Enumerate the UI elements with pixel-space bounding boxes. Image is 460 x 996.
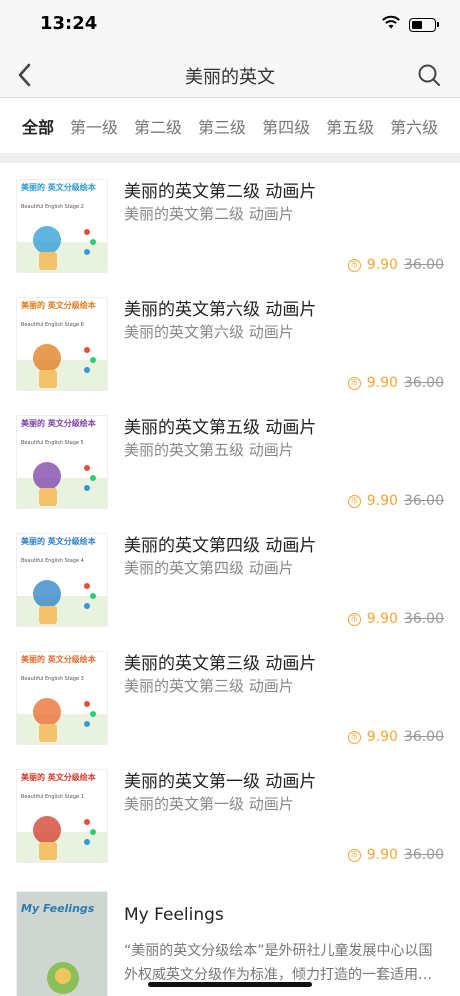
item-title: My Feelings [124,905,224,925]
book-cover-image: 美丽的 英文分级绘本 Beautiful English Stage 5 [16,415,108,509]
page-title: 美丽的英文 [185,67,275,88]
book-cover-image: My Feelings [16,891,108,996]
list-item[interactable]: 美丽的 英文分级绘本 Beautiful English Stage 5 美丽的英文… [0,399,460,517]
coin-icon: 币 [347,494,361,508]
level-tabs: 全部 第一级 第二级 第三级 第四级 第五级 第六级 [0,99,460,153]
book-cover-image: 美丽的 英文分级绘本 Beautiful English Stage 3 [16,651,108,745]
coin-icon: 币 [347,730,361,744]
price-group: 币 9.90 36.00 [347,257,444,273]
item-title: 美丽的英文第二级 动画片 [124,182,317,202]
price-group: 币 9.90 36.00 [347,611,444,627]
tab-2[interactable]: 第二级 [134,114,182,138]
status-bar: 13:24 [0,0,460,50]
original-price: 36.00 [403,847,444,863]
list-item[interactable]: 美丽的 英文分级绘本 Beautiful English Stage 2 美丽的英文… [0,163,460,281]
current-price: 9.90 [366,611,398,627]
price-group: 币 9.90 36.00 [347,847,444,863]
tab-0[interactable]: 全部 [22,114,54,138]
item-title: 美丽的英文第三级 动画片 [124,654,317,674]
item-title: 美丽的英文第一级 动画片 [124,772,317,792]
tab-5[interactable]: 第五级 [326,114,374,138]
list-item[interactable]: My Feelings My Feelings “美丽的英文分级绘本”是外研社儿童发… [0,871,460,996]
current-price: 9.90 [366,257,398,273]
price-group: 币 9.90 36.00 [347,375,444,391]
original-price: 36.00 [403,729,444,745]
item-title: 美丽的英文第四级 动画片 [124,536,317,556]
current-price: 9.90 [366,729,398,745]
original-price: 36.00 [403,257,444,273]
current-price: 9.90 [366,847,398,863]
video-list: 美丽的 英文分级绘本 Beautiful English Stage 2 美丽的英文… [0,163,460,996]
coin-icon: 币 [347,848,361,862]
nav-bar: 美丽的英文 [0,50,460,98]
list-item[interactable]: 美丽的 英文分级绘本 Beautiful English Stage 6 美丽的英文… [0,281,460,399]
item-subtitle: 美丽的英文第一级 动画片 [124,795,294,813]
book-cover-image: 美丽的 英文分级绘本 Beautiful English Stage 1 [16,769,108,863]
original-price: 36.00 [403,611,444,627]
tab-3[interactable]: 第三级 [198,114,246,138]
item-subtitle: 美丽的英文第三级 动画片 [124,677,294,695]
status-time: 13:24 [40,13,98,34]
coin-icon: 币 [347,258,361,272]
list-item[interactable]: 美丽的 英文分级绘本 Beautiful English Stage 1 美丽的英文… [0,753,460,871]
current-price: 9.90 [366,375,398,391]
tab-1[interactable]: 第一级 [70,114,118,138]
coin-icon: 币 [347,612,361,626]
list-item[interactable]: 美丽的 英文分级绘本 Beautiful English Stage 3 美丽的英文… [0,635,460,753]
tab-6[interactable]: 第六级 [390,114,438,138]
book-cover-image: 美丽的 英文分级绘本 Beautiful English Stage 2 [16,179,108,273]
current-price: 9.90 [366,493,398,509]
status-icons [381,15,439,34]
battery-icon [409,17,439,32]
price-group: 币 9.90 36.00 [347,729,444,745]
item-description: “美丽的英文分级绘本”是外研社儿童发展中心以国外权威英文分级作为标准，倾力打造的… [124,943,433,983]
item-subtitle: 美丽的英文第四级 动画片 [124,559,294,577]
item-subtitle: 美丽的英文第二级 动画片 [124,205,294,223]
original-price: 36.00 [403,493,444,509]
original-price: 36.00 [403,375,444,391]
item-title: 美丽的英文第六级 动画片 [124,300,317,320]
item-title: 美丽的英文第五级 动画片 [124,418,317,438]
wifi-icon [381,15,401,34]
book-cover-image: 美丽的 英文分级绘本 Beautiful English Stage 6 [16,297,108,391]
book-cover-image: 美丽的 英文分级绘本 Beautiful English Stage 4 [16,533,108,627]
tab-4[interactable]: 第四级 [262,114,310,138]
home-indicator [148,982,312,987]
list-item[interactable]: 美丽的 英文分级绘本 Beautiful English Stage 4 美丽的英文… [0,517,460,635]
tab-divider [0,153,460,163]
price-group: 币 9.90 36.00 [347,493,444,509]
item-subtitle: 美丽的英文第五级 动画片 [124,441,294,459]
coin-icon: 币 [347,376,361,390]
item-subtitle: 美丽的英文第六级 动画片 [124,323,294,341]
search-icon[interactable] [414,60,444,90]
